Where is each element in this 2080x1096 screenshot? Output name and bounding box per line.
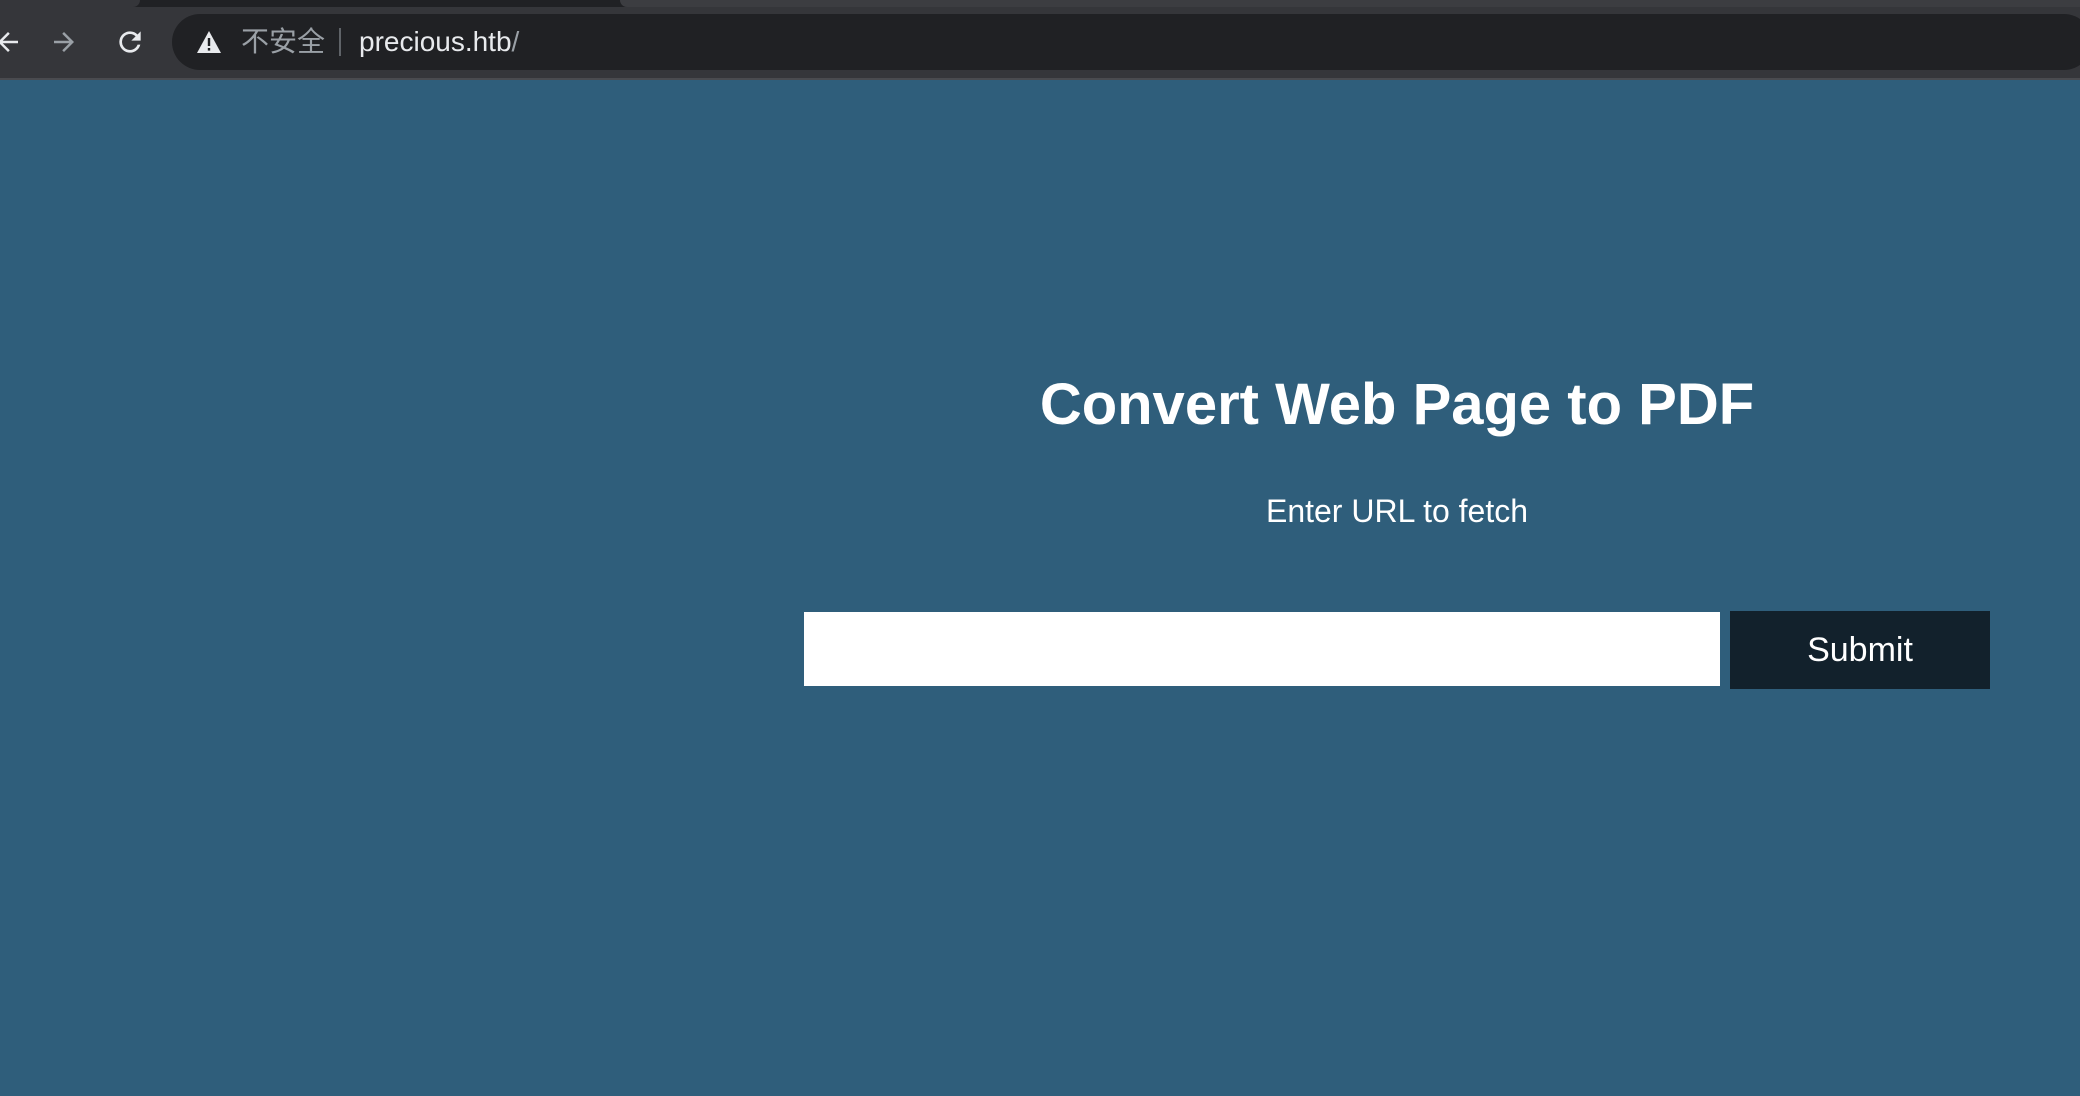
- page-root: 不安全 precious.htb/ Convert Web Page to PD…: [0, 0, 2080, 1096]
- browser-toolbar: 不安全 precious.htb/: [0, 0, 2080, 80]
- forward-button[interactable]: [44, 22, 84, 62]
- warning-triangle-icon[interactable]: [196, 30, 222, 54]
- address-divider: [339, 28, 341, 56]
- url-path: /: [511, 26, 520, 57]
- page-subtitle: Enter URL to fetch: [1265, 493, 1529, 529]
- submit-button[interactable]: Submit: [1730, 611, 1990, 689]
- toolbar-divider: [0, 78, 2080, 80]
- arrow-right-icon: [49, 27, 79, 57]
- back-button[interactable]: [0, 22, 28, 62]
- reload-button[interactable]: [110, 22, 150, 62]
- url-host: precious.htb: [359, 26, 512, 57]
- address-bar[interactable]: 不安全 precious.htb/: [172, 14, 2080, 70]
- tab-strip: [0, 0, 2080, 7]
- url-input[interactable]: [804, 612, 1720, 686]
- reload-icon: [114, 26, 146, 58]
- active-tab[interactable]: [0, 0, 140, 7]
- url-text[interactable]: precious.htb/: [359, 26, 519, 58]
- page-title: Convert Web Page to PDF: [1039, 372, 1755, 437]
- security-status-label[interactable]: 不安全: [241, 26, 325, 58]
- arrow-left-icon: [0, 27, 23, 57]
- inactive-tab[interactable]: [620, 0, 2080, 7]
